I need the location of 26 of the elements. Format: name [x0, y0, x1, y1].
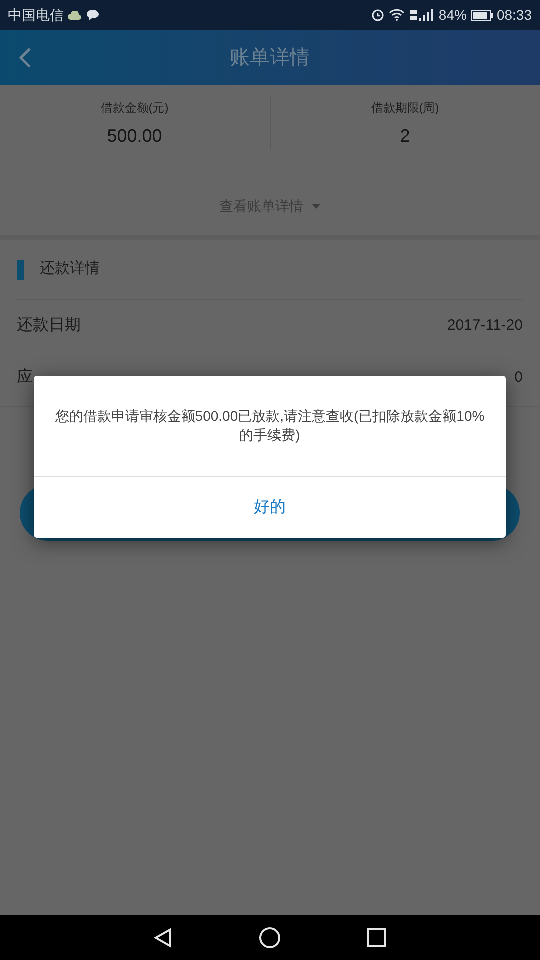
summary-label: 借款金额(元): [100, 100, 169, 117]
caret-icon: [312, 204, 320, 209]
section-title: 还款详情: [40, 259, 100, 280]
dialog-message: 您的借款申请审核金额500.00已放款,请注意查收(已扣除放款金额10%的手续费): [54, 407, 486, 445]
summary-value: 500.00: [107, 125, 162, 148]
clock-time: 08:33: [496, 6, 532, 24]
row-value: 2017-11-20: [447, 316, 523, 336]
recent-apps-icon[interactable]: [367, 928, 387, 948]
cloud-icon: [68, 10, 82, 20]
row-value: 0: [514, 368, 523, 388]
page-title: 账单详情: [230, 46, 310, 70]
chat-bubble-icon: [86, 8, 100, 22]
back-icon[interactable]: [153, 928, 173, 948]
wifi-icon: [388, 9, 405, 21]
carrier-name: 中国电信: [8, 6, 64, 24]
row-label: 还款日期: [17, 316, 81, 336]
summary-value: 2: [400, 125, 410, 148]
alarm-icon: [370, 8, 385, 22]
home-icon[interactable]: [259, 926, 281, 948]
ok-button[interactable]: 好的: [34, 477, 506, 538]
signal-icon: [408, 8, 435, 22]
summary-label: 借款期限(周): [371, 100, 440, 117]
row-label: 应: [17, 368, 33, 388]
section-marker: [17, 260, 24, 280]
battery-icon: [470, 10, 493, 20]
battery-percent: 84%: [438, 6, 467, 24]
